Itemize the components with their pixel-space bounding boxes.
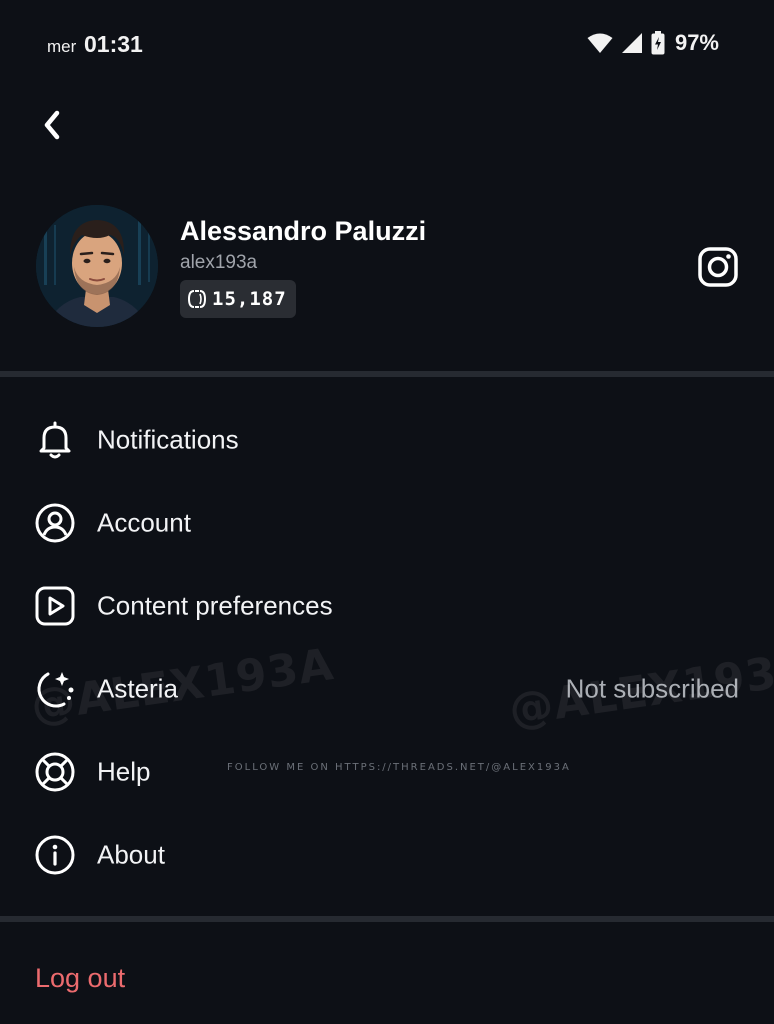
cellular-signal-icon	[621, 33, 642, 53]
wifi-icon	[587, 33, 613, 53]
profile-name: Alessandro Paluzzi	[180, 216, 427, 246]
status-day: mer	[47, 37, 77, 56]
menu-label-content-preferences: Content preferences	[97, 590, 333, 621]
menu-item-about[interactable]: About	[0, 819, 774, 891]
divider	[0, 916, 774, 922]
battery-percent: 97%	[674, 30, 719, 55]
status-bar: mer 01:31 97%	[0, 28, 774, 62]
watermark-follow: FOLLOW ME ON HTTPS://THREADS.NET/@ALEX19…	[227, 762, 571, 773]
avatar-illustration	[36, 205, 158, 327]
status-icons: 97%	[587, 30, 719, 56]
bell-icon	[39, 421, 71, 459]
instagram-button[interactable]	[697, 246, 739, 288]
profile-handle: alex193a	[180, 252, 258, 273]
status-time: 01:31	[84, 31, 143, 57]
user-circle-icon	[35, 503, 75, 543]
coin-icon	[187, 290, 207, 308]
menu-label-account: Account	[97, 507, 191, 538]
menu-label-about: About	[97, 839, 165, 870]
points-badge[interactable]: 15,187	[180, 280, 296, 318]
menu-item-account[interactable]: Account	[0, 487, 774, 559]
menu-label-notifications: Notifications	[97, 424, 239, 455]
menu-label-help: Help	[97, 756, 151, 787]
play-square-icon	[35, 586, 75, 626]
chevron-left-icon	[44, 110, 60, 140]
battery-charging-icon	[651, 31, 665, 55]
menu-item-notifications[interactable]: Notifications	[0, 404, 774, 476]
avatar[interactable]	[36, 205, 158, 327]
lifebuoy-icon	[35, 752, 75, 792]
info-icon	[35, 835, 75, 875]
settings-screen: mer 01:31 97% Alessandro Paluzzi alex193…	[0, 0, 774, 1024]
divider	[0, 371, 774, 377]
points-value: 15,187	[212, 288, 287, 310]
back-button[interactable]	[32, 104, 72, 146]
menu-item-content-preferences[interactable]: Content preferences	[0, 570, 774, 642]
logout-button[interactable]: Log out	[35, 963, 125, 994]
instagram-icon	[698, 247, 738, 287]
